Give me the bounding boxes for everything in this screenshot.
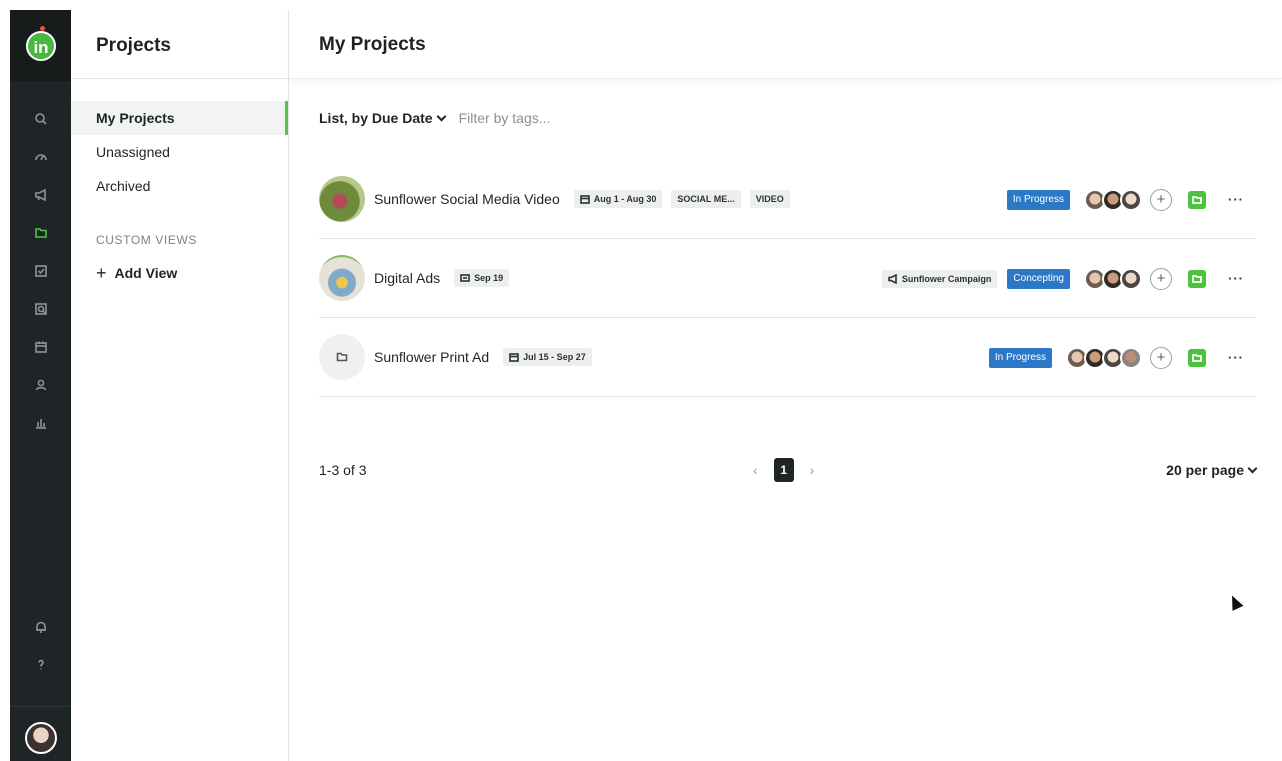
avatar (1120, 267, 1142, 290)
add-member-button[interactable]: + (1150, 267, 1172, 290)
row-actions: In Progress + ··· (1006, 160, 1256, 239)
campaign-name: Sunflower Campaign (901, 273, 992, 284)
project-list: Sunflower Social Media Video Aug 1 - Aug… (319, 160, 1256, 397)
status-badge[interactable]: In Progress (988, 347, 1052, 368)
row-actions: Sunflower Campaign Concepting + ··· (881, 239, 1256, 318)
app-window: in Projects My Projects Unassigned Archi… (10, 10, 1282, 761)
project-row[interactable]: Sunflower Social Media Video Aug 1 - Aug… (319, 160, 1256, 239)
project-name[interactable]: Sunflower Social Media Video (374, 191, 560, 207)
status-badge[interactable]: In Progress (1006, 189, 1070, 210)
left-rail: in (10, 10, 71, 761)
add-member-button[interactable]: + (1150, 188, 1172, 211)
next-page-icon[interactable]: › (810, 462, 815, 478)
main-content: My Projects List, by Due Date Filter by … (289, 10, 1282, 761)
more-options-icon[interactable]: ··· (1228, 271, 1248, 286)
member-avatars[interactable] (1084, 267, 1142, 290)
project-thumbnail (319, 255, 365, 301)
megaphone-icon[interactable] (10, 182, 71, 208)
project-thumbnail (319, 334, 365, 380)
project-folder-button[interactable] (1188, 190, 1206, 209)
list-toolbar: List, by Due Date Filter by tags... (319, 110, 550, 126)
member-avatars[interactable] (1066, 346, 1142, 369)
project-row[interactable]: Digital Ads Sep 19 Sunflower Campaign Co… (319, 239, 1256, 318)
chevron-down-icon (436, 111, 447, 121)
status-badge[interactable]: Concepting (1007, 268, 1070, 289)
result-count: 1-3 of 3 (319, 462, 367, 478)
date-chip: Aug 1 - Aug 30 (573, 190, 663, 208)
project-name[interactable]: Digital Ads (374, 270, 440, 286)
rail-divider (10, 706, 71, 707)
page-number-current[interactable]: 1 (773, 458, 794, 482)
panel-title: Projects (96, 35, 171, 56)
reports-icon[interactable] (10, 410, 71, 436)
nav-unassigned[interactable]: Unassigned (71, 135, 288, 169)
due-date: Sep 19 (474, 273, 504, 283)
custom-views-label: CUSTOM VIEWS (96, 233, 197, 247)
page-controls: ‹ 1 › (753, 458, 814, 482)
dashboard-icon[interactable] (10, 144, 71, 170)
add-member-button[interactable]: + (1150, 346, 1172, 369)
tasks-icon[interactable] (10, 258, 71, 284)
date-chip: Jul 15 - Sep 27 (503, 348, 592, 366)
tag-filter-input[interactable]: Filter by tags... (459, 110, 551, 126)
per-page-label: 20 per page (1166, 462, 1244, 478)
app-logo[interactable]: in (26, 26, 56, 61)
more-options-icon[interactable]: ··· (1228, 192, 1248, 207)
megaphone-icon (888, 273, 897, 284)
project-row[interactable]: Sunflower Print Ad Jul 15 - Sep 27 In Pr… (319, 318, 1256, 397)
tag-chip[interactable]: VIDEO (749, 190, 790, 208)
panel-header: Projects (71, 10, 288, 79)
help-icon[interactable] (10, 652, 71, 678)
sort-label: List, by Due Date (319, 110, 433, 126)
folder-icon (1192, 274, 1202, 283)
project-folder-button[interactable] (1188, 348, 1206, 367)
page-title: My Projects (319, 34, 426, 55)
pagination: 1-3 of 3 ‹ 1 › 20 per page (319, 458, 1258, 482)
calendar-icon[interactable] (10, 334, 71, 360)
main-header: My Projects (289, 10, 1282, 79)
project-name[interactable]: Sunflower Print Ad (374, 349, 489, 365)
search-icon[interactable] (10, 106, 71, 132)
campaign-chip[interactable]: Sunflower Campaign (881, 269, 998, 288)
project-folder-button[interactable] (1188, 269, 1206, 288)
sort-dropdown[interactable]: List, by Due Date (319, 110, 447, 126)
add-view-label: Add View (114, 265, 178, 281)
projects-panel: Projects My Projects Unassigned Archived… (71, 10, 289, 761)
chevron-down-icon (1247, 463, 1258, 473)
user-avatar[interactable] (25, 722, 57, 754)
folder-icon (1192, 195, 1202, 204)
folder-icon (336, 352, 348, 362)
date-range: Jul 15 - Sep 27 (523, 352, 586, 362)
prev-page-icon[interactable]: ‹ (753, 462, 758, 478)
tag-chip[interactable]: SOCIAL ME... (671, 190, 741, 208)
avatar (1120, 346, 1142, 369)
notifications-icon[interactable] (10, 614, 71, 640)
review-icon[interactable] (10, 296, 71, 322)
more-options-icon[interactable]: ··· (1228, 350, 1248, 365)
folder-icon[interactable] (10, 220, 71, 246)
folder-icon (1192, 353, 1202, 362)
avatar (1120, 188, 1142, 211)
per-page-dropdown[interactable]: 20 per page (1166, 462, 1258, 478)
member-avatars[interactable] (1084, 188, 1142, 211)
date-chip: Sep 19 (454, 269, 510, 287)
due-date-icon (460, 274, 470, 282)
add-view-button[interactable]: + Add View (96, 263, 288, 283)
project-thumbnail (319, 176, 365, 222)
nav-my-projects[interactable]: My Projects (71, 101, 288, 135)
date-range: Aug 1 - Aug 30 (593, 194, 657, 204)
row-actions: In Progress + ··· (988, 318, 1256, 397)
calendar-icon (579, 195, 590, 204)
plus-icon: + (96, 263, 107, 283)
nav-archived[interactable]: Archived (71, 169, 288, 203)
people-icon[interactable] (10, 372, 71, 398)
calendar-icon (509, 353, 519, 362)
